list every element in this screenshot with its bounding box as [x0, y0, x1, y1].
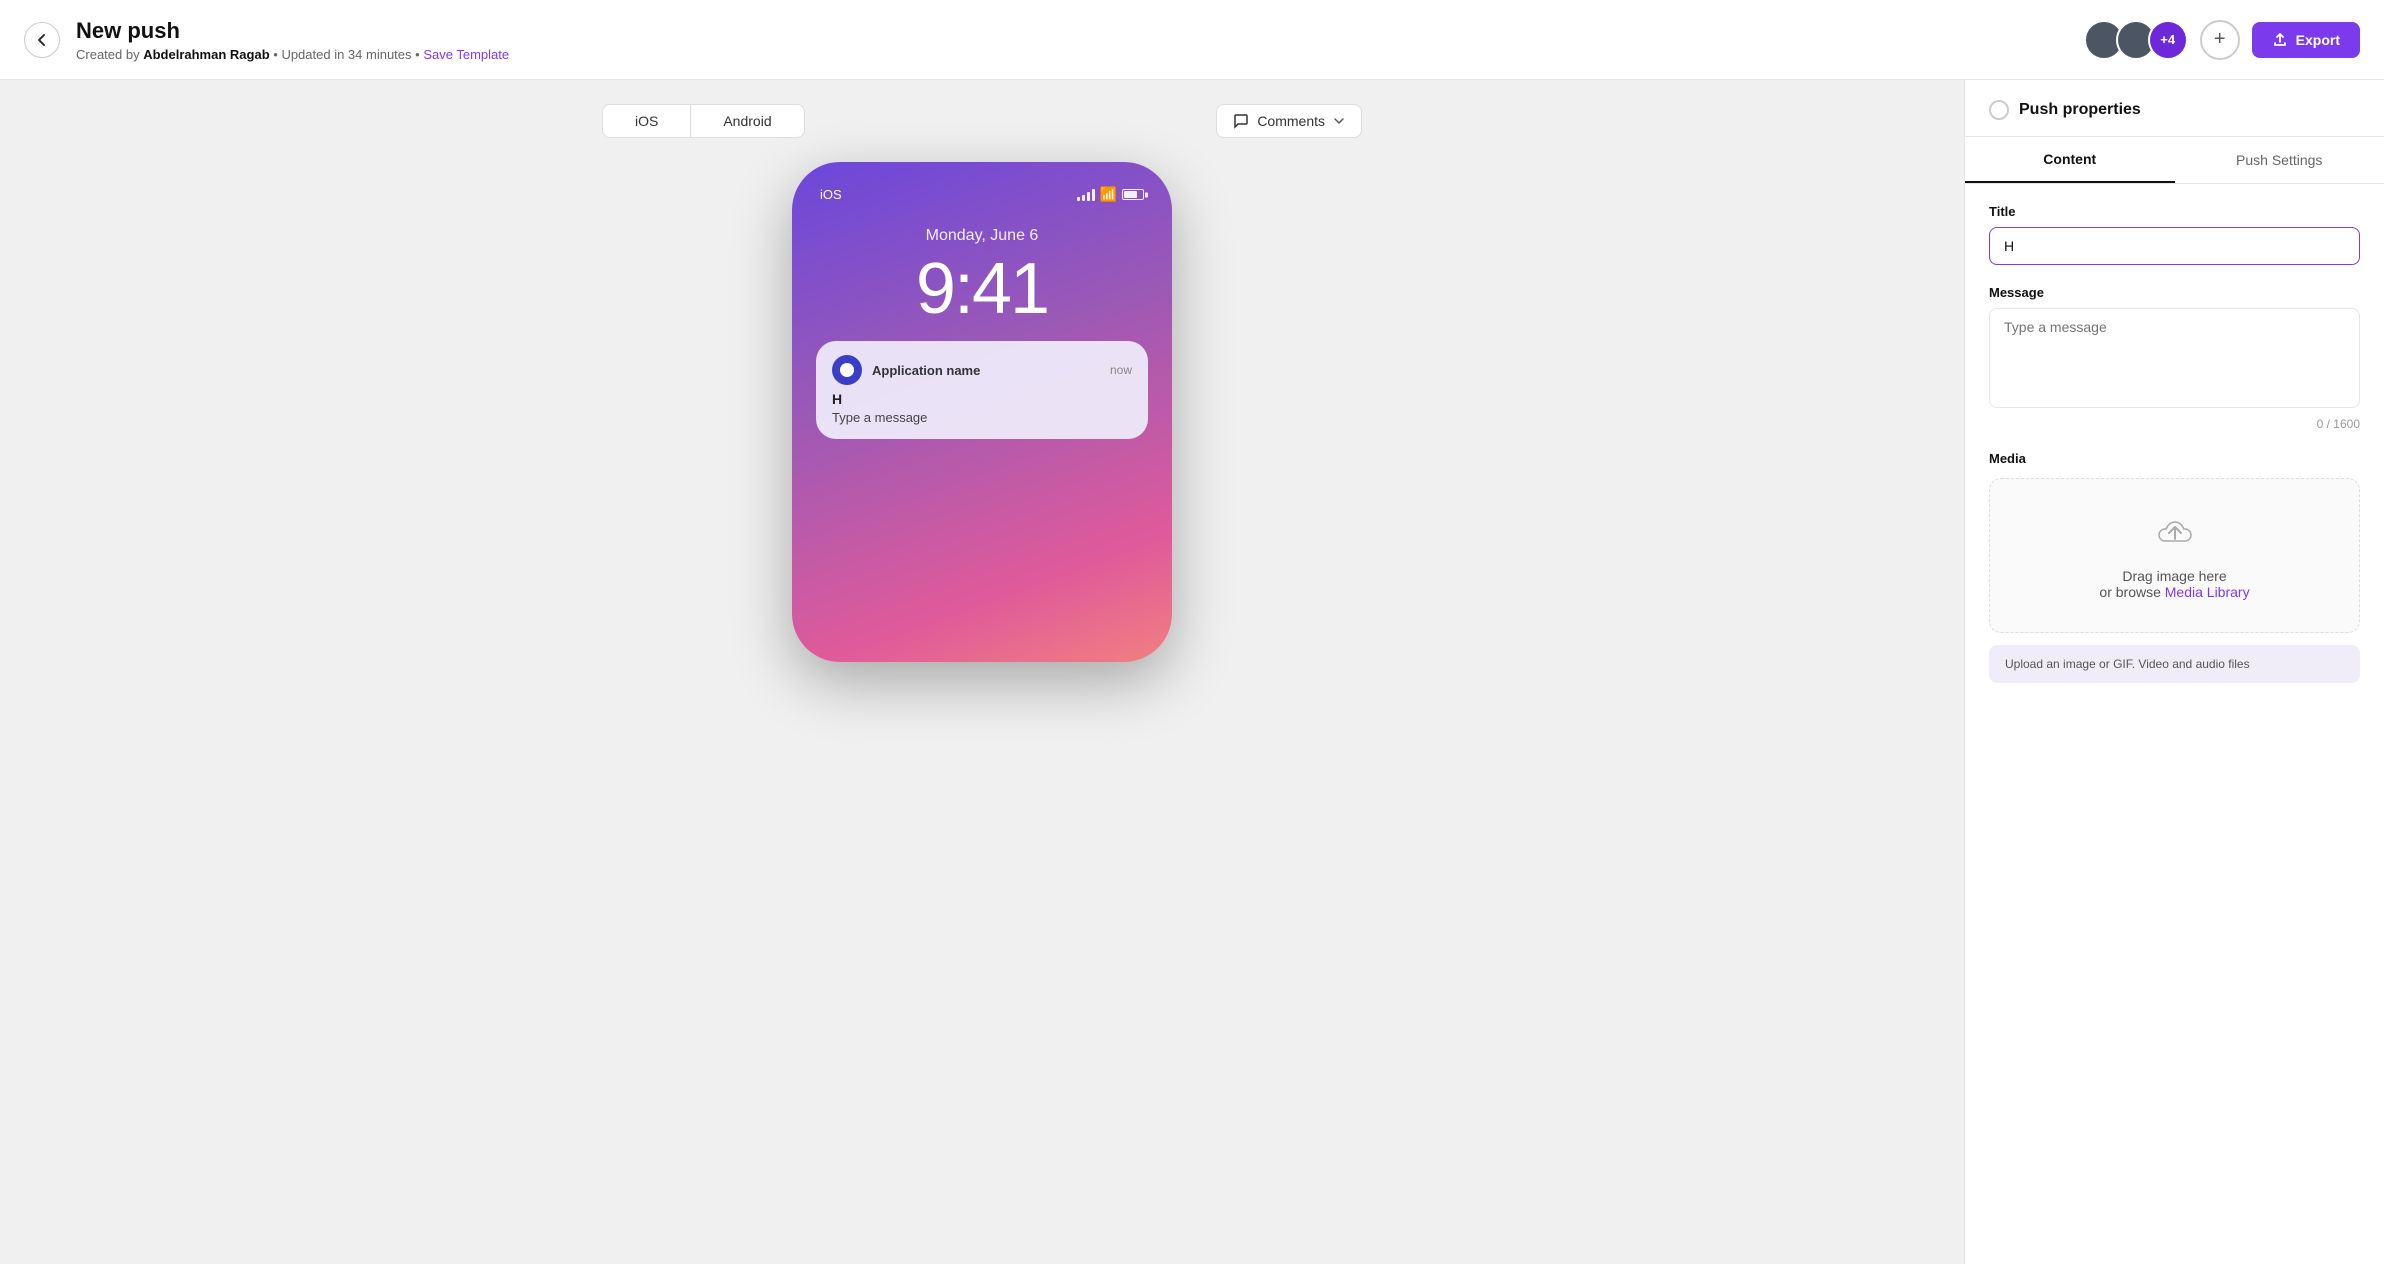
wifi-icon: 📶	[1100, 186, 1117, 203]
comment-icon	[1233, 113, 1249, 129]
add-collaborator-button[interactable]: +	[2200, 20, 2240, 60]
updated-text: Updated in 34 minutes	[281, 47, 411, 62]
notification-app-name: Application name	[872, 363, 980, 378]
phone-date: Monday, June 6	[812, 227, 1152, 245]
main-layout: iOS Android Comments	[0, 80, 2384, 1264]
export-button[interactable]: Export	[2252, 22, 2360, 58]
media-library-link[interactable]: Media Library	[2165, 584, 2250, 600]
app-header: New push Created by Abdelrahman Ragab • …	[0, 0, 2384, 80]
char-count: 0 / 1600	[1989, 417, 2360, 431]
tab-ios[interactable]: iOS	[603, 105, 690, 137]
media-note: Upload an image or GIF. Video and audio …	[1989, 645, 2360, 683]
export-icon	[2272, 32, 2288, 48]
upload-text: Drag image here or browse Media Library	[2022, 568, 2327, 600]
title-field-label: Title	[1989, 204, 2360, 219]
status-icons: 📶	[1077, 186, 1144, 203]
app-icon-inner	[840, 363, 854, 377]
chevron-down-icon	[1333, 115, 1345, 127]
upload-icon	[2022, 511, 2327, 556]
panel-title: Push properties	[2019, 101, 2141, 119]
panel-tabs: Content Push Settings	[1965, 137, 2384, 184]
canvas-toolbar: iOS Android Comments	[602, 104, 1362, 138]
comments-button[interactable]: Comments	[1216, 104, 1362, 138]
panel-header: Push properties	[1965, 80, 2384, 137]
header-right: +4 + Export	[2084, 20, 2360, 60]
phone-time-block: Monday, June 6 9:41	[812, 227, 1152, 325]
notification-header: Application name now	[832, 355, 1132, 385]
comments-label: Comments	[1257, 113, 1325, 129]
avatar-count: +4	[2148, 20, 2188, 60]
phone-mockup: iOS 📶	[792, 162, 1172, 662]
page-title: New push	[76, 18, 509, 44]
notification-message: Type a message	[832, 410, 1132, 425]
media-upload-area[interactable]: Drag image here or browse Media Library	[1989, 478, 2360, 633]
tab-content[interactable]: Content	[1965, 137, 2175, 183]
battery-icon	[1122, 189, 1144, 200]
notification-left: Application name	[832, 355, 980, 385]
signal-bars-icon	[1077, 189, 1095, 201]
media-section: Media Drag image here or browse Media Li…	[1965, 451, 2384, 703]
title-input[interactable]	[1989, 227, 2360, 265]
message-textarea[interactable]	[1989, 308, 2360, 408]
phone-time: 9:41	[812, 253, 1152, 325]
notification-title: H	[832, 391, 1132, 407]
title-block: New push Created by Abdelrahman Ragab • …	[76, 18, 509, 62]
notification-time: now	[1110, 363, 1132, 377]
app-icon	[832, 355, 862, 385]
canvas-area: iOS Android Comments	[0, 80, 1964, 1264]
tab-push-settings[interactable]: Push Settings	[2175, 137, 2384, 183]
save-template-link[interactable]: Save Template	[423, 47, 509, 62]
created-by-label: Created by	[76, 47, 140, 62]
subtitle: Created by Abdelrahman Ragab • Updated i…	[76, 47, 509, 62]
phone-status-bar: iOS 📶	[812, 182, 1152, 211]
message-field-label: Message	[1989, 285, 2360, 300]
back-button[interactable]	[24, 22, 60, 58]
phone-container: iOS 📶	[792, 162, 1172, 662]
media-label: Media	[1989, 451, 2360, 466]
phone-platform-label: iOS	[820, 187, 842, 202]
export-label: Export	[2296, 32, 2340, 48]
properties-icon	[1989, 100, 2009, 120]
author-name: Abdelrahman Ragab	[143, 47, 269, 62]
right-panel: Push properties Content Push Settings Ti…	[1964, 80, 2384, 1264]
platform-tab-group: iOS Android	[602, 104, 805, 138]
header-left: New push Created by Abdelrahman Ragab • …	[24, 18, 509, 62]
avatar-group: +4	[2084, 20, 2188, 60]
notification-card: Application name now H Type a message	[816, 341, 1148, 439]
tab-android[interactable]: Android	[691, 105, 803, 137]
form-section-title: Title Message 0 / 1600	[1965, 184, 2384, 451]
